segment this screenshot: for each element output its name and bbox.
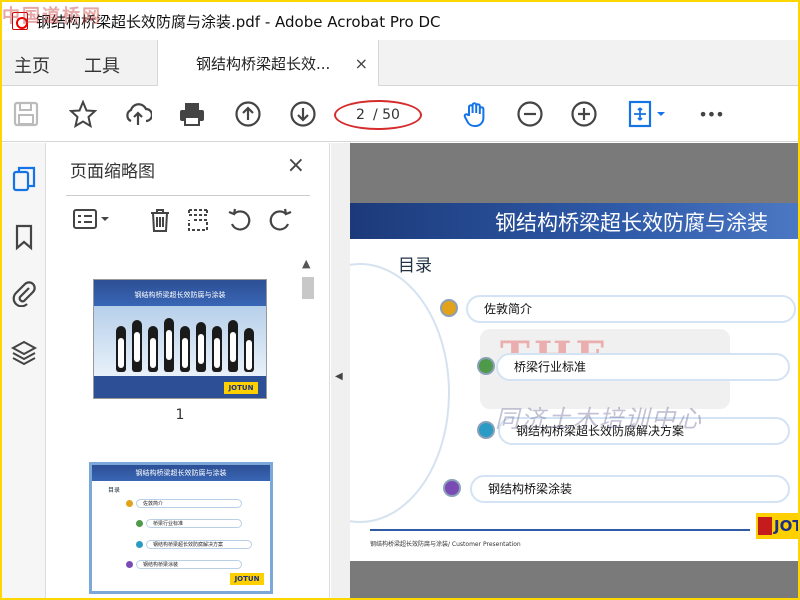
watermark-center: 同济土木培训中心 [495, 405, 703, 433]
fit-page-icon[interactable] [624, 98, 670, 130]
panel-scrollbar[interactable]: ▲ [300, 257, 316, 597]
toc-dot-3 [477, 421, 495, 439]
cloud-upload-icon[interactable] [122, 98, 154, 130]
save-icon[interactable] [10, 98, 42, 130]
scroll-thumb[interactable] [302, 277, 314, 299]
rotate-right-icon[interactable] [266, 206, 294, 234]
tab-document[interactable]: 钢结构桥梁超长效... × [157, 40, 379, 87]
acrobat-window: 中国道桥网 钢结构桥梁超长效防腐与涂装.pdf - Adobe Acrobat … [2, 2, 798, 598]
thumbnail-options-icon[interactable] [72, 206, 112, 234]
slide-footer: 钢结构桥梁超长效防腐与涂装/ Customer Presentation [370, 541, 521, 548]
page-number-box[interactable]: 2 / 50 [334, 100, 422, 130]
left-rail [2, 143, 46, 598]
thumbnail-2-item: 钢结构桥梁超长效防腐解决方案 [146, 540, 252, 549]
jotun-logo-mini: JOTUN [224, 382, 258, 394]
zoom-out-icon[interactable] [514, 98, 546, 130]
rotate-left-icon[interactable] [226, 206, 254, 234]
thumbnail-2-item: 桥梁行业标准 [146, 519, 242, 528]
thumbnails-panel: 页面缩略图 × ▲ 钢结构桥梁超长效防腐与涂装 JOTUN 1 钢结构桥梁超长效… [46, 143, 330, 598]
toc-dot-4 [443, 479, 461, 497]
watermark-top: 中国道桥网 [2, 6, 102, 27]
slide-arc [350, 263, 450, 523]
slide-title: 钢结构桥梁超长效防腐与涂装 [495, 211, 768, 235]
star-icon[interactable] [67, 98, 99, 130]
print-icon[interactable] [176, 98, 208, 130]
thumbnail-1-number: 1 [175, 407, 185, 423]
penguins-image [94, 306, 266, 376]
toc-item-4: 钢结构桥梁涂装 [470, 475, 790, 503]
close-tab-icon[interactable]: × [355, 54, 368, 73]
more-icon[interactable]: ••• [692, 98, 730, 130]
toc-item-1: 佐敦简介 [466, 295, 796, 323]
thumbnail-1-title: 钢结构桥梁超长效防腐与涂装 [94, 280, 266, 306]
close-panel-icon[interactable]: × [287, 153, 305, 178]
title-bar: 钢结构桥梁超长效防腐与涂装.pdf - Adobe Acrobat Pro DC [2, 2, 798, 40]
thumbnail-page-2[interactable]: 钢结构桥梁超长效防腐与涂装 目录 佐敦简介 桥梁行业标准 钢结构桥梁超长效防腐解… [89, 462, 273, 594]
delete-page-icon[interactable] [146, 206, 174, 234]
slide-footer-line [370, 529, 750, 531]
zoom-in-icon[interactable] [568, 98, 600, 130]
toc-dot-1 [440, 299, 458, 317]
slide-page-2: 钢结构桥梁超长效防腐与涂装 目录 THE 佐敦简介 桥梁行业标准 钢结构桥梁超长… [350, 203, 798, 561]
bookmark-icon[interactable] [10, 223, 38, 251]
thumbnail-page-1[interactable]: 钢结构桥梁超长效防腐与涂装 JOTUN [93, 279, 267, 399]
total-pages: / 50 [372, 107, 400, 123]
document-view[interactable]: 钢结构桥梁超长效防腐与涂装 目录 THE 佐敦简介 桥梁行业标准 钢结构桥梁超长… [350, 143, 798, 598]
thumbnail-2-item: 钢结构桥梁涂装 [136, 560, 242, 569]
toc-dot-2 [477, 357, 495, 375]
tab-row: 主页 工具 钢结构桥梁超长效... × [2, 40, 798, 87]
layers-icon[interactable] [10, 339, 38, 367]
slide-header: 钢结构桥梁超长效防腐与涂装 [350, 203, 798, 239]
page-thumbnails-icon[interactable] [10, 165, 38, 193]
panel-title: 页面缩略图 [70, 162, 155, 182]
hand-icon[interactable] [459, 98, 491, 130]
jotun-logo: JOTUN [756, 513, 798, 539]
extract-page-icon[interactable] [184, 206, 212, 234]
document-tab-label: 钢结构桥梁超长效... [196, 55, 331, 73]
toolbar: 2 / 50 ••• [2, 86, 798, 142]
collapse-panel-icon[interactable]: ◀ [335, 371, 343, 382]
thumbnail-2-toc: 目录 [108, 487, 121, 494]
attachment-icon[interactable] [10, 279, 38, 308]
tab-home[interactable]: 主页 [14, 52, 50, 78]
thumbnail-2-title: 钢结构桥梁超长效防腐与涂装 [92, 465, 270, 481]
page-down-icon[interactable] [287, 98, 319, 130]
slide-toc-label: 目录 [398, 256, 432, 276]
panel-toolbar [66, 195, 310, 243]
thumbnail-2-item: 佐敦简介 [136, 499, 242, 508]
current-page-input[interactable]: 2 [356, 107, 365, 123]
tab-tools[interactable]: 工具 [84, 52, 120, 78]
panel-splitter[interactable]: ◀ [331, 143, 350, 598]
toc-item-2: 桥梁行业标准 [496, 353, 790, 381]
page-up-icon[interactable] [232, 98, 264, 130]
scroll-up-icon[interactable]: ▲ [302, 257, 310, 270]
jotun-logo-mini: JOTUN [230, 573, 264, 585]
